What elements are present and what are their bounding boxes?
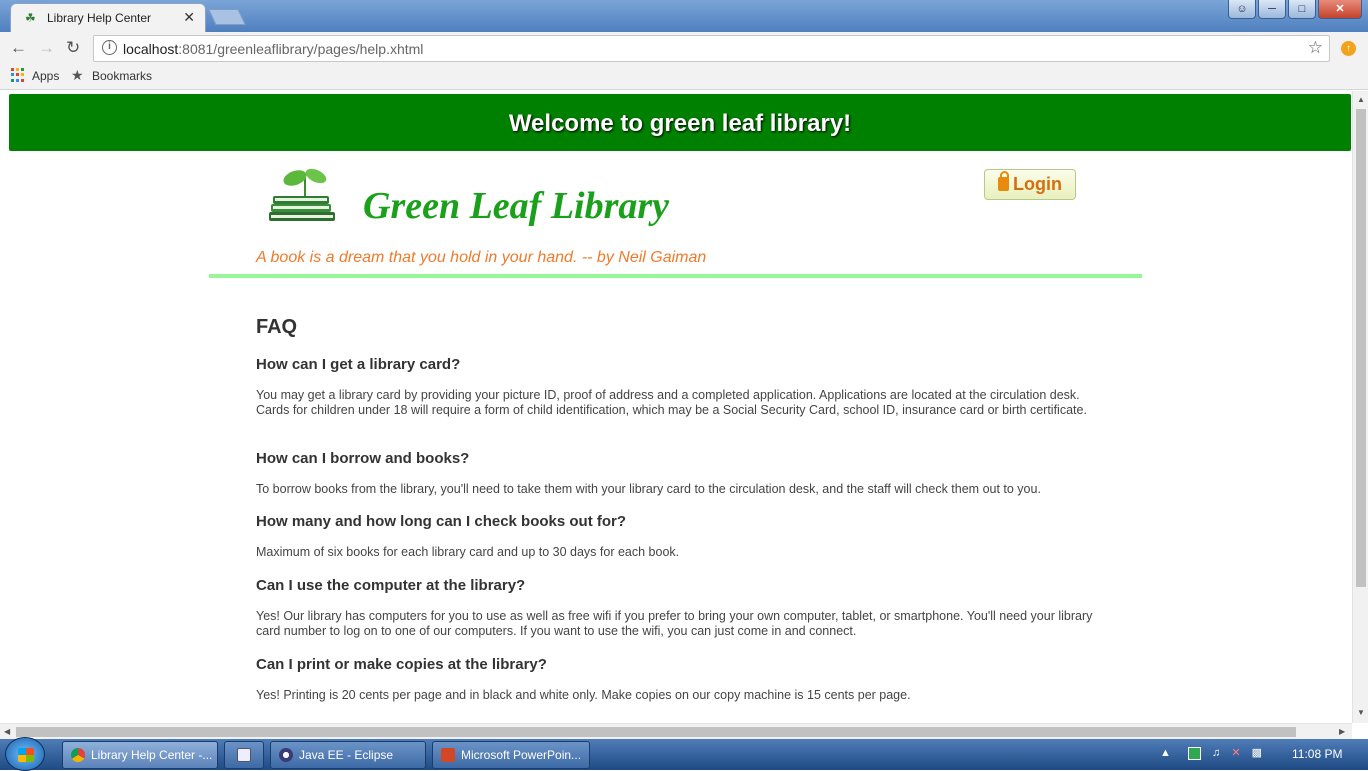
taskbar-item-label: Library Help Center -... [91, 748, 213, 762]
address-bar[interactable]: i localhost:8081/greenleaflibrary/pages/… [93, 35, 1330, 62]
faq-answer: You may get a library card by providing … [256, 388, 1087, 417]
faq-question: Can I use the computer at the library? [256, 577, 526, 594]
reload-icon[interactable]: ↻ [66, 38, 80, 58]
faq-answer: To borrow books from the library, you'll… [256, 482, 1041, 496]
tray-app-icon[interactable] [1187, 746, 1201, 760]
faq-item: How can I get a library card? You may ge… [256, 356, 1096, 418]
browser-tab[interactable]: ☘ Library Help Center ✕ [10, 3, 206, 32]
url-text: localhost:8081/greenleaflibrary/pages/he… [123, 41, 423, 57]
faq-heading: FAQ [256, 316, 298, 338]
apps-bookmark[interactable]: Apps [32, 69, 59, 83]
welcome-banner: Welcome to green leaf library! [9, 94, 1351, 151]
books-plant-logo-icon [269, 168, 335, 221]
tab-title: Library Help Center [47, 11, 152, 25]
bookmark-star-icon: ★ [71, 67, 84, 83]
library-favicon-icon: ☘ [25, 11, 36, 25]
chrome-icon [71, 748, 85, 762]
faq-item: How many and how long can I check books … [256, 513, 1096, 560]
url-host: localhost [123, 41, 179, 57]
faq-question: Can I print or make copies at the librar… [256, 656, 547, 673]
volume-icon[interactable]: ♫ [1212, 747, 1220, 759]
taskbar-item-powerpoint[interactable]: Microsoft PowerPoin... [432, 741, 590, 769]
back-arrow-icon[interactable]: ← [10, 38, 27, 58]
calculator-icon [237, 748, 251, 762]
banner-text: Welcome to green leaf library! [508, 110, 852, 137]
horizontal-scroll-thumb[interactable] [16, 727, 1296, 737]
system-tray: ▲ ♫ ✕ ▩ [1160, 746, 1262, 760]
lock-icon [998, 171, 1009, 191]
minimize-button[interactable]: ─ [1258, 0, 1286, 19]
maximize-button[interactable]: □ [1288, 0, 1316, 19]
faq-item: Can I use the computer at the library? Y… [256, 577, 1096, 639]
taskbar-clock[interactable]: 11:08 PM [1292, 747, 1342, 761]
tagline-quote: A book is a dream that you hold in your … [256, 249, 707, 266]
window-titlebar: ☘ Library Help Center ✕ ☺ ─ □ ✕ [0, 0, 1368, 32]
window-controls: ☺ ─ □ ✕ [1228, 0, 1362, 20]
bookmark-star-icon[interactable]: ☆ [1308, 38, 1323, 58]
user-profile-button[interactable]: ☺ [1228, 0, 1256, 19]
bookmarks-folder[interactable]: Bookmarks [92, 69, 152, 83]
taskbar-item-calculator[interactable] [224, 741, 264, 769]
scroll-left-arrow-icon[interactable]: ◀ [4, 727, 10, 736]
taskbar-item-eclipse[interactable]: Java EE - Eclipse [270, 741, 426, 769]
page-viewport: Welcome to green leaf library! Green Lea… [0, 91, 1352, 723]
vertical-scrollbar[interactable]: ▲ ▼ [1352, 91, 1368, 723]
library-brand-title: Green Leaf Library [363, 185, 670, 227]
horizontal-scrollbar[interactable]: ◀ ▶ [0, 723, 1352, 739]
tab-close-icon[interactable]: ✕ [183, 9, 195, 26]
new-tab-button[interactable] [208, 9, 246, 25]
network-warning-icon[interactable]: ✕ [1231, 747, 1240, 759]
faq-answer: Yes! Printing is 20 cents per page and i… [256, 688, 911, 702]
login-label: Login [1013, 174, 1062, 194]
apps-grid-icon[interactable] [11, 68, 25, 82]
login-button[interactable]: Login [984, 169, 1076, 200]
scroll-right-arrow-icon[interactable]: ▶ [1339, 727, 1345, 736]
faq-question: How can I borrow and books? [256, 450, 470, 467]
taskbar-item-chrome[interactable]: Library Help Center -... [62, 741, 218, 769]
faq-item: Can I print or make copies at the librar… [256, 656, 1096, 703]
forward-arrow-icon[interactable]: → [38, 38, 55, 58]
site-info-icon[interactable]: i [102, 40, 117, 55]
faq-question: How many and how long can I check books … [256, 513, 627, 530]
faq-item: How can I borrow and books? To borrow bo… [256, 450, 1096, 497]
close-window-button[interactable]: ✕ [1318, 0, 1362, 19]
taskbar-item-label: Java EE - Eclipse [299, 748, 394, 762]
eclipse-icon [279, 748, 293, 762]
bookmarks-bar: Apps ★ Bookmarks [0, 64, 1368, 90]
extension-icon[interactable]: ↑ [1341, 41, 1356, 56]
start-button[interactable] [5, 737, 45, 771]
scroll-down-arrow-icon[interactable]: ▼ [1357, 708, 1365, 717]
vertical-scroll-thumb[interactable] [1356, 109, 1366, 587]
show-hidden-icons-icon[interactable]: ▲ [1160, 747, 1171, 759]
scroll-up-arrow-icon[interactable]: ▲ [1357, 95, 1365, 104]
faq-answer: Yes! Our library has computers for you t… [256, 609, 1093, 638]
taskbar-item-label: Microsoft PowerPoin... [461, 748, 582, 762]
faq-question: How can I get a library card? [256, 356, 461, 373]
powerpoint-icon [441, 748, 455, 762]
faq-answer: Maximum of six books for each library ca… [256, 545, 680, 559]
signal-icon[interactable]: ▩ [1252, 747, 1262, 759]
url-path: :8081/greenleaflibrary/pages/help.xhtml [178, 41, 424, 57]
header-divider [209, 274, 1142, 278]
